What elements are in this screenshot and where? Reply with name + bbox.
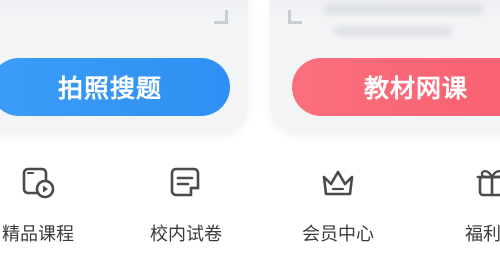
photo-search-button-label: 拍照搜题 — [57, 74, 162, 103]
blurred-text-line — [324, 4, 484, 14]
card-corner-mark — [214, 10, 228, 24]
card-corner-mark — [288, 10, 302, 24]
textbook-course-button-label: 教材网课 — [363, 74, 468, 103]
nav-label: 校内试卷 — [150, 224, 222, 245]
gift-icon — [472, 160, 500, 204]
photo-search-button[interactable]: 拍照搜题 — [0, 58, 230, 116]
textbook-course-card[interactable]: 教材网课 — [270, 0, 500, 134]
nav-item-welfare-center[interactable]: 福利中 — [432, 160, 500, 250]
nav-item-member-center[interactable]: 会员中心 — [278, 160, 398, 250]
nav-item-school-exams[interactable]: 校内试卷 — [126, 160, 246, 250]
nav-item-premium-courses[interactable]: 精品课程 — [0, 160, 98, 250]
textbook-course-button[interactable]: 教材网课 — [292, 58, 500, 116]
card-top-shade — [0, 0, 248, 18]
photo-search-card[interactable]: 拍照搜题 — [0, 0, 248, 134]
crown-icon — [318, 160, 358, 204]
exam-paper-icon — [166, 160, 206, 204]
nav-label: 会员中心 — [302, 224, 374, 245]
nav-label: 福利中 — [465, 224, 500, 245]
blurred-text-line — [334, 26, 452, 36]
video-course-icon — [18, 160, 58, 204]
screen: 拍照搜题 教材网课 精品课程 校内试卷 会员中心 福利 — [0, 0, 500, 280]
nav-label: 精品课程 — [2, 224, 74, 245]
